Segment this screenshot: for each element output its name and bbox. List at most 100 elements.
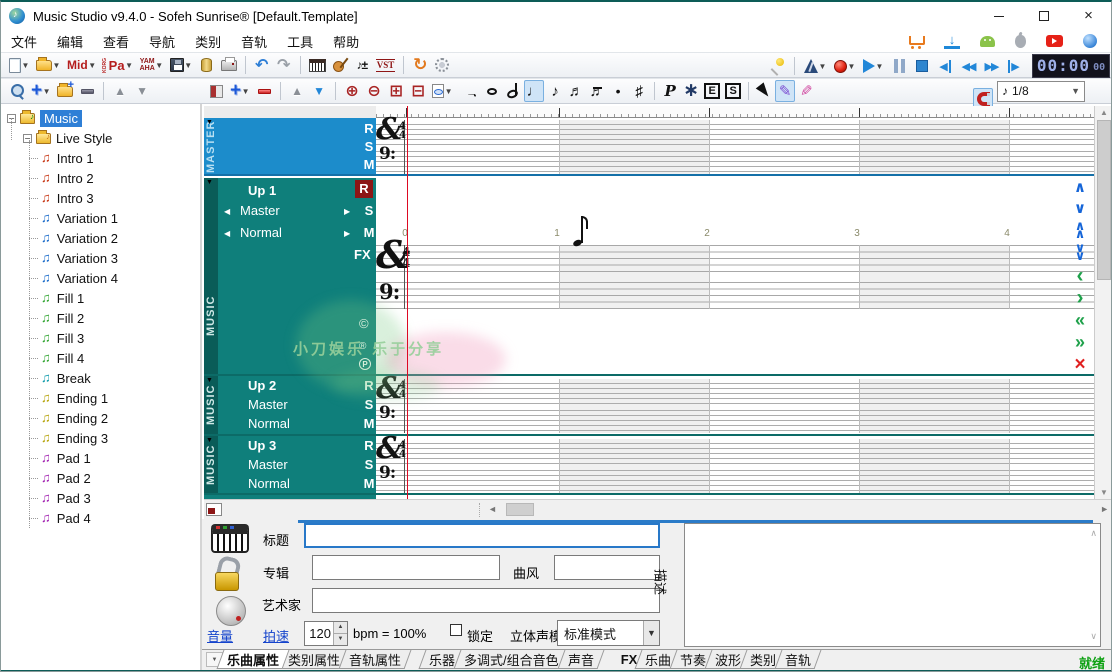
staff-nav-down-button[interactable] <box>1069 199 1091 219</box>
tree-item-variation-3[interactable]: ♫Variation 3 <box>1 248 118 268</box>
android-icon[interactable] <box>980 36 995 47</box>
select-cursor-button[interactable] <box>754 80 774 102</box>
eraser-button[interactable] <box>796 80 816 102</box>
dropdown-arrow-icon[interactable]: ▼ <box>42 87 51 96</box>
staff-nav-double-down-button[interactable] <box>1069 244 1091 264</box>
tree-item-fill-3[interactable]: ♫Fill 3 <box>1 328 84 348</box>
description-textarea[interactable]: ∧ ∨ <box>684 523 1101 647</box>
collapse-track-icon[interactable] <box>206 437 213 444</box>
dropdown-arrow-icon[interactable]: ▼ <box>818 62 827 71</box>
thirtysecond-note-button[interactable] <box>587 80 607 102</box>
dropdown-arrow-icon[interactable]: ▼ <box>21 61 30 70</box>
scroll-up-icon[interactable]: ▲ <box>1095 108 1112 117</box>
add-blue-button[interactable]: ▼ <box>29 80 53 102</box>
staff-up3[interactable]: &449: <box>376 439 1094 493</box>
prev-voice-icon[interactable]: ◀ <box>224 207 230 216</box>
dropdown-arrow-icon[interactable]: ▼ <box>241 87 250 96</box>
track-mode[interactable]: Normal <box>248 416 290 431</box>
solo-button[interactable]: S <box>361 203 377 218</box>
collapse-track-icon[interactable] <box>206 377 213 384</box>
vertical-scrollbar[interactable]: ▲ ▼ <box>1094 106 1112 499</box>
track-voice[interactable]: Master <box>240 203 280 218</box>
eighth-note-event[interactable] <box>573 214 587 246</box>
mute-button[interactable]: M <box>361 416 377 431</box>
mute-button[interactable]: M <box>361 157 377 172</box>
tree-item-variation-1[interactable]: ♫Variation 1 <box>1 208 118 228</box>
tab-声音[interactable]: 声音 <box>557 650 604 669</box>
download-icon[interactable] <box>944 34 960 49</box>
quarter-note-button[interactable] <box>524 80 544 102</box>
scroll-down-icon[interactable]: ▼ <box>1095 488 1112 497</box>
dropdown-arrow-icon[interactable]: ▼ <box>88 61 97 70</box>
symbol-button[interactable]: S <box>723 80 743 102</box>
fx-button[interactable]: FX <box>354 247 370 262</box>
dropdown-arrow-icon[interactable]: ▼ <box>847 62 856 71</box>
record-arm-button[interactable]: R <box>361 121 377 136</box>
eighth-note-button[interactable] <box>545 80 565 102</box>
scroll-right-icon[interactable]: ► <box>1100 504 1109 514</box>
volume-link[interactable]: 音量 <box>207 626 233 645</box>
album-input[interactable] <box>312 555 500 580</box>
menu-item[interactable]: 帮助 <box>323 30 369 53</box>
expression-button[interactable]: E <box>702 80 722 102</box>
maximize-button[interactable] <box>1021 2 1066 30</box>
remove-gray-button[interactable] <box>77 80 97 102</box>
collapse-track-icon[interactable] <box>206 179 213 186</box>
tab-乐曲属性[interactable]: 乐曲属性 <box>217 650 290 669</box>
add-category-button[interactable] <box>55 80 75 102</box>
tree-item-variation-2[interactable]: ♫Variation 2 <box>1 228 118 248</box>
track-title[interactable]: Up 1 <box>248 183 276 198</box>
menu-item[interactable]: 类别 <box>185 30 231 53</box>
next-mode-icon[interactable]: ▶ <box>344 229 350 238</box>
tree-item-intro-2[interactable]: ♫Intro 2 <box>1 168 94 188</box>
horizontal-scroll-thumb[interactable] <box>506 503 534 516</box>
tab-音轨属性[interactable]: 音轨属性 <box>339 650 412 669</box>
scroll-down-icon[interactable]: ∨ <box>1090 631 1097 642</box>
tree-item-fill-2[interactable]: ♫Fill 2 <box>1 308 84 328</box>
track-title[interactable]: Up 2 <box>248 378 276 393</box>
tree-item-fill-4[interactable]: ♫Fill 4 <box>1 348 84 368</box>
staff-nav-double-up-button[interactable] <box>1069 222 1091 242</box>
pencil-button[interactable] <box>775 80 795 102</box>
remove-red-button[interactable] <box>254 80 274 102</box>
vertical-scroll-thumb[interactable] <box>1097 120 1111 280</box>
collapse-staff-button[interactable] <box>408 80 428 102</box>
tree-item-intro-3[interactable]: ♫Intro 3 <box>1 188 94 208</box>
move-down-button[interactable] <box>132 80 152 102</box>
playhead-cursor[interactable] <box>407 106 408 499</box>
staff-nav-left-button[interactable] <box>1069 268 1091 288</box>
tempo-stepper[interactable]: 120 ▲ ▼ <box>304 621 348 646</box>
dropdown-arrow-icon[interactable]: ▼ <box>52 61 61 70</box>
tree-item-intro-1[interactable]: ♫Intro 1 <box>1 148 94 168</box>
menu-item[interactable]: 导航 <box>139 30 185 53</box>
track-mode[interactable]: Normal <box>248 476 290 491</box>
panel-toggle-icon[interactable] <box>206 503 222 516</box>
menu-item[interactable]: 查看 <box>93 30 139 53</box>
tree-item-ending-2[interactable]: ♫Ending 2 <box>1 408 108 428</box>
snap-resolution-select[interactable]: ♪ 1/8 ▼ <box>997 81 1085 102</box>
tree-group-live-style[interactable]: Live Style <box>1 128 112 148</box>
pedal-button[interactable] <box>660 80 680 102</box>
view-options-button[interactable]: ▼ <box>430 80 455 102</box>
lock-checkbox[interactable] <box>450 624 462 636</box>
track-voice[interactable]: Master <box>248 457 288 472</box>
tree-item-pad-1[interactable]: ♫Pad 1 <box>1 448 91 468</box>
mute-button[interactable]: M <box>361 225 377 240</box>
sixteenth-note-button[interactable] <box>566 80 586 102</box>
youtube-icon[interactable] <box>1046 35 1063 47</box>
timeline-ruler[interactable] <box>376 106 1094 118</box>
menu-item[interactable]: 工具 <box>277 30 323 53</box>
unlocked-padlock-icon[interactable] <box>215 557 241 591</box>
mute-button[interactable]: M <box>361 476 377 491</box>
solo-button[interactable]: S <box>361 139 377 154</box>
staff-nav-delete-button[interactable] <box>1069 357 1091 377</box>
half-note-button[interactable] <box>503 80 523 102</box>
cart-icon[interactable] <box>907 34 924 49</box>
move-up-button[interactable] <box>110 80 130 102</box>
tab-音轨[interactable]: 音轨 <box>775 650 822 669</box>
scroll-up-icon[interactable]: ∧ <box>1090 528 1097 539</box>
track-panel-button[interactable] <box>206 80 226 102</box>
tempo-link[interactable]: 拍速 <box>263 626 289 645</box>
record-arm-button-active[interactable]: R <box>355 180 373 198</box>
ornament-button[interactable] <box>681 80 701 102</box>
